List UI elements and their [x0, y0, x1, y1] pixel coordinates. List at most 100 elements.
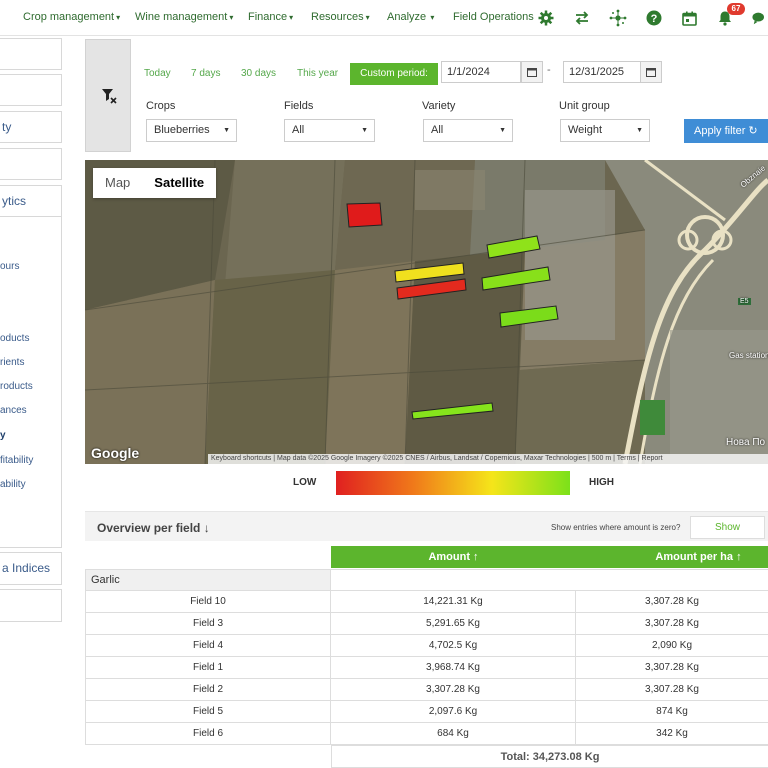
nav-label: Analyze [387, 11, 427, 23]
filter-toggle-button[interactable] [85, 39, 131, 152]
calendar-icon[interactable] [521, 61, 543, 83]
nav-field-operations[interactable]: Field Operations [453, 11, 534, 23]
table-header: Amount ↑ Amount per ha ↑ [331, 546, 768, 568]
satellite-map[interactable] [85, 160, 768, 464]
nav-label: Crop management [23, 11, 115, 23]
unit-group-select-value: Weight [568, 124, 603, 136]
sidebar-link[interactable]: ability [0, 479, 26, 490]
map-road-badge: E5 [738, 298, 751, 305]
cell-amount: 3,968.74 Kg [331, 657, 576, 679]
show-zero-button[interactable]: Show [690, 516, 765, 539]
period-this-year[interactable]: This year [297, 68, 338, 79]
map-type-satellite-button[interactable]: Satellite [142, 168, 216, 198]
swap-arrows-icon[interactable] [573, 9, 591, 27]
cell-amount: 14,221.31 Kg [331, 591, 576, 613]
apply-filter-button[interactable]: Apply filter ↻ [684, 119, 768, 143]
nav-resources[interactable]: Resources ▾ [311, 11, 370, 23]
fields-label: Fields [284, 100, 314, 112]
legend-low-label: LOW [293, 477, 317, 488]
cell-field: Field 1 [85, 657, 331, 679]
column-amount-header[interactable]: Amount ↑ [331, 546, 576, 568]
cell-per-ha: 342 Kg [576, 723, 768, 745]
nav-label: Finance [248, 11, 288, 23]
period-today[interactable]: Today [144, 68, 171, 79]
table-row: Field 4 4,702.5 Kg 2,090 Kg [85, 635, 768, 657]
table-row: Field 2 3,307.28 Kg 3,307.28 Kg [85, 679, 768, 701]
network-icon[interactable] [609, 9, 627, 27]
sidebar-link-active[interactable]: y [0, 430, 6, 441]
period-30-days[interactable]: 30 days [241, 68, 276, 79]
column-amount-per-ha-header[interactable]: Amount per ha ↑ [576, 546, 768, 568]
unit-group-select[interactable]: Weight ▼ [560, 119, 650, 142]
cell-amount: 3,307.28 Kg [331, 679, 576, 701]
chevron-down-icon: ▾ [428, 13, 435, 22]
sidebar-item[interactable] [0, 589, 62, 622]
svg-text:?: ? [651, 13, 658, 25]
cell-per-ha: 874 Kg [576, 701, 768, 723]
table-group-row: Garlic [85, 569, 331, 591]
field-polygon[interactable] [346, 202, 383, 228]
date-from-input[interactable]: 1/1/2024 [441, 61, 521, 83]
sidebar-link[interactable]: fitability [0, 455, 33, 466]
cell-field: Field 2 [85, 679, 331, 701]
cell-per-ha: 3,307.28 Kg [576, 679, 768, 701]
refresh-icon: ↻ [748, 125, 758, 137]
apply-filter-label: Apply filter [694, 125, 746, 137]
sidebar-item[interactable] [0, 38, 62, 70]
overview-title[interactable]: Overview per field ↓ [97, 521, 210, 535]
gear-icon[interactable] [537, 9, 555, 27]
sidebar-item[interactable] [0, 148, 62, 180]
map-attribution[interactable]: Keyboard shortcuts | Map data ©2025 Goog… [208, 454, 768, 464]
sidebar-item[interactable]: ty [0, 111, 62, 143]
filter-clear-icon [102, 89, 117, 104]
caret-down-icon: ▼ [636, 127, 643, 134]
cell-field: Field 6 [85, 723, 331, 745]
custom-period-button[interactable]: Custom period: [350, 63, 438, 85]
variety-select[interactable]: All ▼ [423, 119, 513, 142]
sidebar-link[interactable]: rients [0, 357, 24, 368]
sidebar-link[interactable]: ours [0, 261, 19, 272]
caret-down-icon: ▼ [499, 127, 506, 134]
sidebar: ty ytics ours oducts rients roducts ance… [0, 36, 80, 768]
crops-select[interactable]: Blueberries ▼ [146, 119, 237, 142]
sidebar-link[interactable]: ances [0, 405, 27, 416]
nav-analyze[interactable]: Analyze ▾ [387, 11, 434, 23]
calendar-icon[interactable] [640, 61, 662, 83]
sidebar-item[interactable] [0, 74, 62, 106]
cell-field: Field 3 [85, 613, 331, 635]
cell-per-ha: 3,307.28 Kg [576, 613, 768, 635]
period-7-days[interactable]: 7 days [191, 68, 220, 79]
nav-label: Field Operations [453, 11, 534, 23]
table-total: Total: 34,273.08 Kg [331, 745, 768, 768]
cell-per-ha: 3,307.28 Kg [576, 657, 768, 679]
nav-label: Resources [311, 11, 364, 23]
date-separator: - [547, 64, 551, 76]
crops-label: Crops [146, 100, 176, 112]
fields-select-value: All [292, 124, 305, 136]
sidebar-link[interactable]: oducts [0, 333, 29, 344]
date-to-input[interactable]: 12/31/2025 [563, 61, 641, 83]
map-type-map-button[interactable]: Map [93, 168, 142, 198]
overview-header: Overview per field ↓ Show entries where … [85, 511, 768, 541]
cell-amount: 2,097.6 Kg [331, 701, 576, 723]
crops-select-value: Blueberries [154, 124, 210, 136]
fields-select[interactable]: All ▼ [284, 119, 375, 142]
cell-amount: 5,291.65 Kg [331, 613, 576, 635]
cell-per-ha: 2,090 Kg [576, 635, 768, 657]
cell-field: Field 5 [85, 701, 331, 723]
caret-down-icon: ▼ [223, 127, 230, 134]
chevron-down-icon: ▾ [229, 13, 234, 22]
calendar-icon[interactable] [680, 9, 698, 27]
sidebar-link[interactable]: roducts [0, 381, 33, 392]
sidebar-item-indices[interactable]: a Indices [0, 552, 62, 585]
cell-field: Field 4 [85, 635, 331, 657]
help-icon[interactable]: ? [645, 9, 663, 27]
nav-crop-management[interactable]: Crop management ▾ [23, 11, 120, 23]
sidebar-item-analytics[interactable]: ytics [0, 185, 62, 217]
nav-finance[interactable]: Finance ▾ [248, 11, 293, 23]
map-place-label: Gas station [729, 351, 768, 360]
chat-icon[interactable] [752, 9, 768, 27]
map-type-control: Map Satellite [93, 168, 217, 198]
table-row: Field 3 5,291.65 Kg 3,307.28 Kg [85, 613, 768, 635]
nav-wine-management[interactable]: Wine management ▾ [135, 11, 233, 23]
